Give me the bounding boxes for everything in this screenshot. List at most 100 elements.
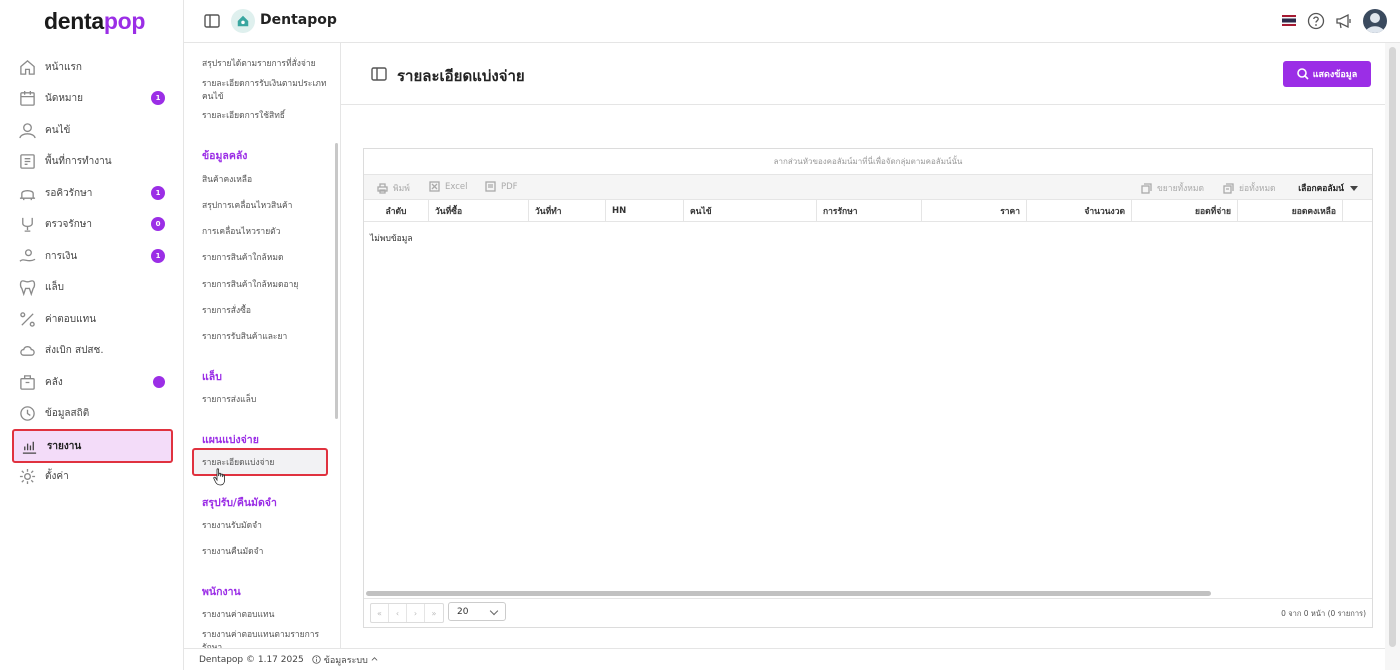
panel-icon — [371, 67, 387, 81]
column-header[interactable]: HN — [606, 200, 684, 222]
calendar-icon — [18, 89, 36, 107]
home-icon — [18, 58, 36, 76]
submenu-section-title: แล็บ — [202, 371, 222, 383]
column-header[interactable]: วันที่ซื้อ — [429, 200, 529, 222]
last-page-button[interactable]: » — [425, 604, 443, 622]
group-panel[interactable]: ลากส่วนหัวของคอลัมน์มาที่นี่เพื่อจัดกลุ่… — [364, 149, 1372, 175]
submenu-link[interactable]: รายการรับสินค้าและยา — [202, 331, 332, 344]
workspace-icon — [18, 152, 36, 170]
sidebar-item-label: พื้นที่การทำงาน — [45, 155, 112, 167]
sidebar-item-queue[interactable]: รอคิวรักษา 1 — [12, 177, 173, 209]
money-hand-icon — [18, 247, 36, 265]
submenu-link[interactable]: รายการสั่งซื้อ — [202, 305, 332, 318]
grid-toolbar: พิมพ์ Excel PDF ขยายทั้งหมด ย่อทั้งหมด เ… — [364, 175, 1372, 200]
sidebar-item-settings[interactable]: ตั้งค่า — [12, 460, 173, 492]
grid-footer: « ‹ › » 20 0 จาก 0 หน้า (0 รายการ) — [364, 598, 1372, 628]
group-panel-hint: ลากส่วนหัวของคอลัมน์มาที่นี่เพื่อจัดกลุ่… — [773, 157, 963, 166]
column-header[interactable]: คนไข้ — [684, 200, 817, 222]
sidebar-item-appointment[interactable]: นัดหมาย 1 — [12, 82, 173, 114]
column-header[interactable]: ราคา — [922, 200, 1027, 222]
submenu-link[interactable]: รายงานคืนมัดจำ — [202, 546, 332, 559]
sidebar-item-treatment[interactable]: ตรวจรักษา 0 — [12, 208, 173, 240]
sidebar-item-label: ตั้งค่า — [45, 470, 69, 482]
report-icon — [20, 437, 38, 455]
chevron-down-icon — [489, 606, 499, 616]
sidebar-toggle-icon[interactable] — [203, 12, 221, 30]
count-badge: 1 — [151, 186, 165, 200]
megaphone-icon[interactable] — [1335, 12, 1353, 30]
sidebar-item-label: คนไข้ — [45, 124, 71, 136]
footer: Dentapop © 1.17 2025 ข้อมูลระบบ — [184, 648, 1400, 670]
column-header[interactable]: ยอดคงเหลือ — [1238, 200, 1343, 222]
sidebar-item-inventory[interactable]: คลัง — [12, 366, 173, 398]
submenu-section-title: สรุปรับ/คืนมัดจำ — [202, 497, 277, 509]
sidebar-item-home[interactable]: หน้าแรก — [12, 51, 173, 83]
thai-flag-icon[interactable] — [1282, 15, 1296, 26]
page-scrollbar-thumb[interactable] — [1389, 47, 1396, 647]
app-logo[interactable]: dentapop — [44, 8, 145, 35]
prev-page-button[interactable]: ‹ — [389, 604, 407, 622]
submenu-link[interactable]: สินค้าคงเหลือ — [202, 174, 332, 187]
sidebar-item-patient[interactable]: คนไข้ — [12, 114, 173, 146]
submenu-link[interactable]: รายงานค่าตอบแทนตามรายการรักษา — [202, 629, 332, 648]
page-scrollbar[interactable] — [1385, 43, 1400, 670]
submenu-link[interactable]: รายงานรับมัดจำ — [202, 520, 332, 533]
sidebar-item-label: นัดหมาย — [45, 92, 83, 104]
horizontal-scrollbar[interactable] — [366, 591, 1211, 596]
submenu-link[interactable]: สรุปการเคลื่อนไหวสินค้า — [202, 200, 332, 213]
pager: « ‹ › » — [370, 603, 444, 623]
pdf-label: PDF — [501, 181, 518, 192]
submenu-section-title: ข้อมูลคลัง — [202, 150, 248, 162]
submenu-scrollbar[interactable] — [335, 143, 338, 419]
pdf-button[interactable]: PDF — [485, 181, 518, 192]
submenu-link[interactable]: รายงานค่าตอบแทน — [202, 609, 332, 622]
submenu-link[interactable]: รายละเอียดการรับเงินตามประเภทคนไข้ — [202, 78, 332, 104]
sidebar-item-label: คลัง — [45, 376, 63, 388]
page-size-select[interactable]: 20 — [448, 602, 506, 621]
sidebar-item-finance[interactable]: การเงิน 1 — [12, 240, 173, 272]
app-home-icon — [231, 9, 255, 33]
queue-icon — [18, 184, 36, 202]
submenu-link[interactable]: รายละเอียดการใช้สิทธิ์ — [202, 110, 332, 123]
top-bar: Dentapop — [184, 0, 1400, 43]
system-info-link[interactable]: ข้อมูลระบบ — [312, 653, 378, 667]
column-header[interactable]: การรักษา — [817, 200, 922, 222]
sidebar-item-nhso[interactable]: ส่งเบิก สปสช. — [12, 334, 173, 366]
column-header[interactable]: จำนวนงวด — [1027, 200, 1132, 222]
show-data-button[interactable]: แสดงข้อมูล — [1283, 61, 1371, 87]
sidebar-item-label: หน้าแรก — [45, 61, 82, 73]
submenu-link[interactable]: การเคลื่อนไหวรายตัว — [202, 226, 332, 239]
notification-dot — [153, 376, 165, 388]
submenu-link[interactable]: รายการสินค้าใกล้หมด — [202, 252, 332, 265]
expand-all-button[interactable]: ขยายทั้งหมด — [1141, 181, 1204, 195]
submenu-link[interactable]: รายการสินค้าใกล้หมดอายุ — [202, 279, 332, 292]
gear-icon — [18, 467, 36, 485]
column-header[interactable]: ลำดับ — [364, 200, 429, 222]
print-button[interactable]: พิมพ์ — [377, 181, 410, 195]
sidebar-item-workspace[interactable]: พื้นที่การทำงาน — [12, 145, 173, 177]
help-icon[interactable] — [1307, 12, 1325, 30]
count-badge: 1 — [151, 91, 165, 105]
submenu-link[interactable]: รายการส่งแล็บ — [202, 394, 332, 407]
print-label: พิมพ์ — [393, 184, 410, 194]
choose-columns-button[interactable]: เลือกคอลัมน์ — [1298, 181, 1358, 195]
excel-icon — [429, 181, 440, 192]
column-header[interactable]: ยอดที่จ่าย — [1132, 200, 1238, 222]
expand-all-label: ขยายทั้งหมด — [1157, 184, 1205, 194]
submenu-link[interactable]: สรุปรายได้ตามรายการที่สั่งจ่าย — [202, 58, 332, 71]
collapse-all-button[interactable]: ย่อทั้งหมด — [1223, 181, 1276, 195]
sidebar-item-lab[interactable]: แล็บ — [12, 271, 173, 303]
treatment-icon — [18, 215, 36, 233]
excel-button[interactable]: Excel — [429, 181, 468, 192]
empty-message: ไม่พบข้อมูล — [370, 234, 413, 244]
sidebar-item-statistics[interactable]: ข้อมูลสถิติ — [12, 397, 173, 429]
sidebar-item-commission[interactable]: ค่าตอบแทน — [12, 303, 173, 335]
user-avatar[interactable] — [1363, 9, 1387, 33]
app-title: Dentapop — [260, 12, 337, 28]
sidebar-item-report[interactable]: รายงาน — [12, 429, 173, 463]
next-page-button[interactable]: › — [407, 604, 425, 622]
show-data-label: แสดงข้อมูล — [1312, 70, 1358, 80]
column-header[interactable]: วันที่ทำ — [529, 200, 606, 222]
grid-header-row: ลำดับ วันที่ซื้อ วันที่ทำ HN คนไข้ การรั… — [364, 200, 1372, 222]
first-page-button[interactable]: « — [371, 604, 389, 622]
